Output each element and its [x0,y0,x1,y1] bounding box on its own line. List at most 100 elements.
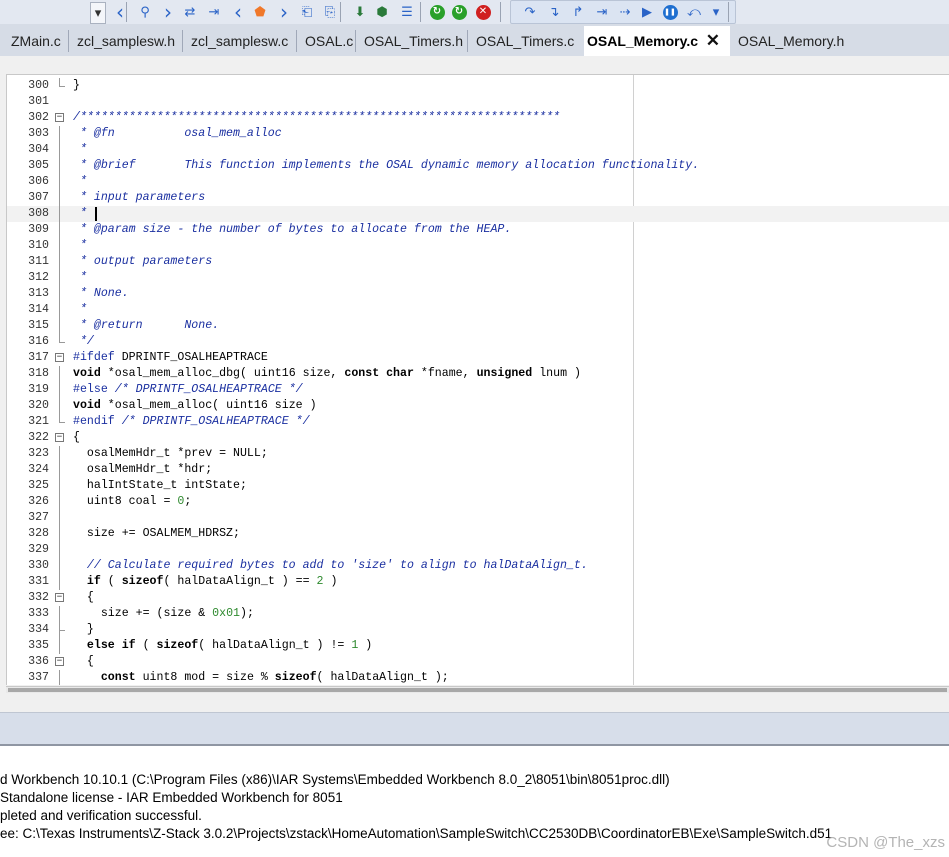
more-icon[interactable]: ▾ [706,2,726,22]
code-line[interactable]: 311 * output parameters [7,254,949,270]
fold-guide-line [59,574,60,590]
code-line[interactable]: 305 * @brief This function implements th… [7,158,949,174]
code-token: #else [73,383,108,396]
fold-toggle-icon[interactable]: − [55,654,66,670]
line-number: 320 [28,399,49,412]
code-token: * [73,271,87,284]
code-line[interactable]: 322−{ [7,430,949,446]
code-line[interactable]: 332− { [7,590,949,606]
file-back-icon[interactable]: ⎗ [297,2,317,22]
code-line[interactable]: 330 // Calculate required bytes to add t… [7,558,949,574]
fold-guide-line [59,270,60,286]
code-token: const char [344,367,414,380]
code-line[interactable]: 337 const uint8 mod = size % sizeof( hal… [7,670,949,685]
horizontal-scrollbar[interactable] [6,686,949,693]
fold-guide-line [59,302,60,318]
file-forward-icon[interactable]: ⎘ [320,2,340,22]
code-line[interactable]: 331 if ( sizeof( halDataAlign_t ) == 2 ) [7,574,949,590]
list-icon[interactable]: ☰ [397,2,417,22]
code-line[interactable]: 333 size += (size & 0x01); [7,606,949,622]
code-token: { [73,591,94,604]
code-line[interactable]: 314 * [7,302,949,318]
code-line[interactable]: 308 * [7,206,949,222]
code-line[interactable]: 327 [7,510,949,526]
code-line[interactable]: 325 halIntState_t intState; [7,478,949,494]
fold-guide-line [59,382,60,398]
back-icon[interactable]: ‹ [110,2,130,22]
code-line[interactable]: 310 * [7,238,949,254]
refresh-icon[interactable]: ↻ [449,2,469,22]
code-line[interactable]: 318 void *osal_mem_alloc_dbg( uint16 size… [7,366,949,382]
code-token: { [73,431,80,444]
code-line[interactable]: 320 void *osal_mem_alloc( uint16 size ) [7,398,949,414]
download-icon[interactable]: ⬇ [350,2,370,22]
code-line[interactable]: 302−/***********************************… [7,110,949,126]
scrollbar-thumb[interactable] [8,688,947,692]
tab-osal-memory-c[interactable]: OSAL_Memory.c ✕ [584,26,730,56]
step-over-icon[interactable]: ↷ [520,2,540,22]
tab-zcl-samplesw-c[interactable]: zcl_samplesw.c [188,26,300,56]
code-token: ( halDataAlign_t ) != [198,639,352,652]
code-token: const [100,671,136,684]
stop-icon[interactable]: ✕ [473,2,493,22]
code-line[interactable]: 315 * @return None. [7,318,949,334]
code-line[interactable]: 317− #ifdef DPRINTF_OSALHEAPTRACE [7,350,949,366]
step-out-icon[interactable]: ↱ [568,2,588,22]
code-line[interactable]: 300} [7,78,949,94]
break-icon[interactable]: ❚❚ [660,2,680,22]
code-line[interactable]: 335 else if ( sizeof( halDataAlign_t ) !… [7,638,949,654]
code-line[interactable]: 306 * [7,174,949,190]
code-line[interactable]: 323 osalMemHdr_t *prev = NULL; [7,446,949,462]
tab-label: zcl_samplesw.c [191,33,289,49]
code-line[interactable]: 319 #else /* DPRINTF_OSALHEAPTRACE */ [7,382,949,398]
tab-osal-memory-h[interactable]: OSAL_Memory.h [735,26,845,56]
dropdown-arrow-icon[interactable]: ▾ [90,2,106,24]
code-line[interactable]: 316 */ [7,334,949,350]
code-line[interactable]: 321 #endif /* DPRINTF_OSALHEAPTRACE */ [7,414,949,430]
reset-icon[interactable]: ⤺ [684,2,704,22]
fold-toggle-icon[interactable]: − [55,350,66,366]
code-line[interactable]: 313 * None. [7,286,949,302]
forward-icon[interactable]: › [158,2,178,22]
tab-zcl-samplesw-h[interactable]: zcl_samplesw.h [74,26,186,56]
pane-splitter[interactable] [0,712,949,745]
go-icon[interactable]: ▶ [637,2,657,22]
line-number: 329 [28,543,49,556]
run-to-cursor-icon[interactable]: ⇢ [615,2,635,22]
code-line[interactable]: 329 [7,542,949,558]
prev-bookmark-icon[interactable]: ‹ [228,2,248,22]
fold-toggle-icon[interactable]: − [55,430,66,446]
step-into-icon[interactable]: ↴ [544,2,564,22]
tab-osal-timers-c[interactable]: OSAL_Timers.c [473,26,582,56]
code-line[interactable]: 309 * @param size - the number of bytes … [7,222,949,238]
code-line[interactable]: 336− { [7,654,949,670]
next-statement-icon[interactable]: ⇥ [592,2,612,22]
find-icon[interactable]: ⚲ [135,2,155,22]
fold-toggle-icon[interactable]: − [55,110,66,126]
fold-guide [55,174,66,190]
code-line[interactable]: 301 [7,94,949,110]
make-icon[interactable]: ⬢ [372,2,392,22]
line-number: 328 [28,527,49,540]
code-line[interactable]: 307 * input parameters [7,190,949,206]
code-token: sizeof [121,575,164,588]
swap-icon[interactable]: ⇄ [180,2,200,22]
indent-icon[interactable]: ⇥ [204,2,224,22]
tab-zmain-c[interactable]: ZMain.c [8,26,72,56]
code-line[interactable]: 326 uint8 coal = 0; [7,494,949,510]
code-editor[interactable]: 300} 301 302−/****************************… [6,74,949,685]
code-line[interactable]: 334 } [7,622,949,638]
fold-toggle-icon[interactable]: − [55,590,66,606]
code-line[interactable]: 303 * @fn osal_mem_alloc [7,126,949,142]
tab-osal-c[interactable]: OSAL.c [302,26,359,56]
rebuild-icon[interactable]: ↻ [427,2,447,22]
tab-osal-timers-h[interactable]: OSAL_Timers.h [361,26,471,56]
close-tab-icon[interactable]: ✕ [706,26,720,56]
next-bookmark-icon[interactable]: › [274,2,294,22]
code-line[interactable]: 328 size += OSALMEM_HDRSZ; [7,526,949,542]
code-line[interactable]: 324 osalMemHdr_t *hdr; [7,462,949,478]
code-line[interactable]: 304 * [7,142,949,158]
code-line[interactable]: 312 * [7,270,949,286]
shield-bookmark-icon[interactable]: ⬟ [250,2,270,22]
